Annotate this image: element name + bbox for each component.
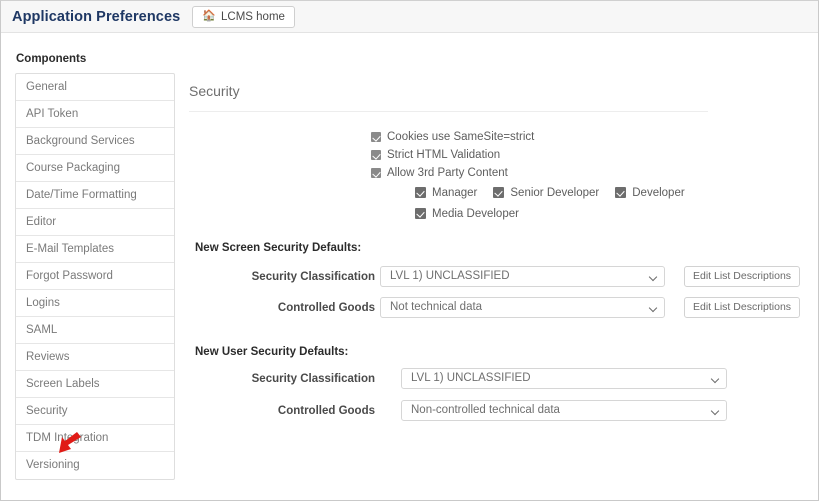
components-sidebar: Components General API Token Background Se… xyxy=(15,53,175,480)
sidebar-item-editor[interactable]: Editor xyxy=(16,209,174,236)
screen-controlled-goods-edit-button[interactable]: Edit List Descriptions xyxy=(684,297,801,318)
user-classification-row: Security Classification LVL 1) UNCLASSIF… xyxy=(241,368,727,389)
user-controlled-goods-label: Controlled Goods xyxy=(277,404,375,417)
checkbox-checked-icon[interactable] xyxy=(615,187,627,198)
application-preferences-window: Application Preferences 🏠 LCMS home Comp… xyxy=(0,0,819,501)
checkbox-checked-icon[interactable] xyxy=(371,150,381,160)
home-icon: 🏠 xyxy=(202,10,217,22)
chevron-down-icon xyxy=(710,406,720,416)
toggle-label: Allow 3rd Party Content xyxy=(387,167,508,179)
user-classification-select[interactable]: LVL 1) UNCLASSIFIED xyxy=(401,368,727,389)
checkbox-checked-icon[interactable] xyxy=(493,187,505,198)
screen-controlled-goods-value: Not technical data xyxy=(390,301,483,313)
sidebar-item-forgot-password[interactable]: Forgot Password xyxy=(16,263,174,290)
role-label: Manager xyxy=(432,186,478,199)
sidebar-item-tdm-integration[interactable]: TDM Integration xyxy=(16,425,174,452)
roles-row-two: Media Developer xyxy=(415,205,701,222)
lcms-home-button[interactable]: 🏠 LCMS home xyxy=(192,5,295,28)
page-title: Application Preferences xyxy=(12,8,181,25)
app-header: Application Preferences 🏠 LCMS home xyxy=(1,1,818,33)
checkbox-checked-icon[interactable] xyxy=(371,132,381,142)
sidebar-item-general[interactable]: General xyxy=(16,74,174,101)
role-item: Senior Developer xyxy=(493,187,599,199)
role-item: Manager xyxy=(415,187,477,199)
user-controlled-goods-select[interactable]: Non-controlled technical data xyxy=(401,400,727,421)
toggle-label: Strict HTML Validation xyxy=(387,149,501,161)
role-label: Developer xyxy=(632,186,685,199)
role-item: Developer xyxy=(615,186,685,199)
sidebar-item-e-mail-templates[interactable]: E-Mail Templates xyxy=(16,236,174,263)
checkbox-checked-icon[interactable] xyxy=(371,168,381,178)
chevron-down-icon xyxy=(710,374,720,384)
sidebar-item-background-services[interactable]: Background Services xyxy=(16,128,174,155)
user-controlled-goods-row: Controlled Goods Non-controlled technica… xyxy=(241,400,727,421)
sidebar-item-date-time-formatting[interactable]: Date/Time Formatting xyxy=(16,182,174,209)
sidebar-item-reviews[interactable]: Reviews xyxy=(16,344,174,371)
user-classification-label: Security Classification xyxy=(251,372,375,385)
role-item: Media Developer xyxy=(415,208,519,220)
third-party-roles-group: Manager Senior Developer Developer Media D… xyxy=(415,184,701,226)
user-defaults-heading: New User Security Defaults: xyxy=(195,346,349,358)
user-controlled-goods-value: Non-controlled technical data xyxy=(411,404,560,416)
screen-classification-value: LVL 1) UNCLASSIFIED xyxy=(390,270,510,282)
screen-classification-row: Security Classification LVL 1) UNCLASSIF… xyxy=(241,266,801,287)
checkbox-checked-icon[interactable] xyxy=(415,208,426,219)
security-settings-panel: Security Cookies use SameSite=strict Stri… xyxy=(189,33,818,500)
toggle-label: Cookies use SameSite=strict xyxy=(387,131,535,143)
checkbox-checked-icon[interactable] xyxy=(415,187,426,198)
role-label: Media Developer xyxy=(432,207,519,220)
chevron-down-icon xyxy=(648,303,658,313)
toggle-row: Strict HTML Validation xyxy=(371,147,534,163)
screen-controlled-goods-label: Controlled Goods xyxy=(277,301,375,314)
sidebar-item-screen-labels[interactable]: Screen Labels xyxy=(16,371,174,398)
section-title: Security xyxy=(189,83,240,99)
sidebar-item-versioning[interactable]: Versioning xyxy=(16,452,174,479)
lcms-home-label: LCMS home xyxy=(221,10,285,23)
role-label: Senior Developer xyxy=(510,186,600,199)
sidebar-item-logins[interactable]: Logins xyxy=(16,290,174,317)
roles-row-one: Manager Senior Developer Developer xyxy=(415,184,701,201)
title-divider xyxy=(189,111,708,112)
screen-classification-select[interactable]: LVL 1) UNCLASSIFIED xyxy=(380,266,665,287)
screen-classification-edit-button[interactable]: Edit List Descriptions xyxy=(684,266,801,287)
screen-classification-label: Security Classification xyxy=(251,270,375,283)
screen-controlled-goods-row: Controlled Goods Not technical data Edit… xyxy=(241,297,801,318)
sidebar-item-course-packaging[interactable]: Course Packaging xyxy=(16,155,174,182)
components-heading: Components xyxy=(16,53,87,65)
security-toggle-list: Cookies use SameSite=strict Strict HTML V… xyxy=(371,129,534,183)
toggle-row: Cookies use SameSite=strict xyxy=(371,129,534,145)
user-classification-value: LVL 1) UNCLASSIFIED xyxy=(411,372,531,384)
chevron-down-icon xyxy=(648,272,658,282)
screen-controlled-goods-select[interactable]: Not technical data xyxy=(380,297,665,318)
components-list: General API Token Background Services Cours… xyxy=(15,73,175,480)
content-area: Components General API Token Background Se… xyxy=(1,33,818,500)
sidebar-item-api-token[interactable]: API Token xyxy=(16,101,174,128)
sidebar-item-security[interactable]: Security xyxy=(16,398,174,425)
sidebar-item-saml[interactable]: SAML xyxy=(16,317,174,344)
toggle-row: Allow 3rd Party Content xyxy=(371,165,534,181)
screen-defaults-heading: New Screen Security Defaults: xyxy=(195,242,362,254)
